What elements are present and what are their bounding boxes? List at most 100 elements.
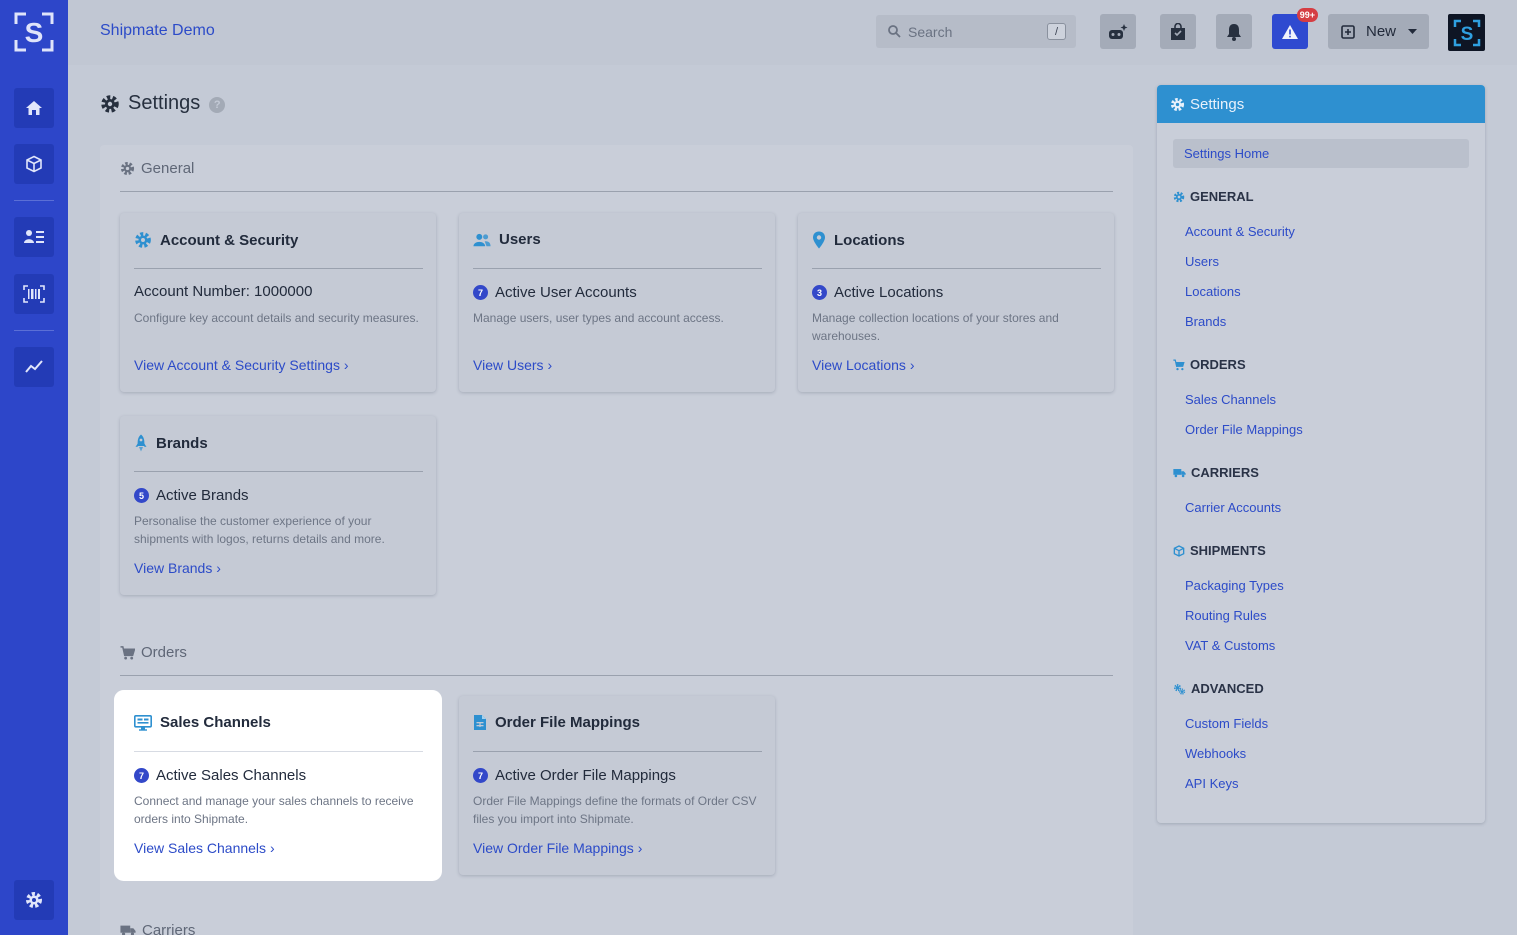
card-header: Account & Security [134,231,298,249]
gear-icon [1173,191,1185,202]
shopping-bag-icon[interactable] [1160,14,1196,49]
card-brands: Brands 5 Active Brands Personalise the cu… [120,416,436,595]
sidebar-group-title: ORDERS [1190,357,1246,372]
top-bar: Shipmate Demo Search / 99+ New S [68,0,1517,65]
analytics-icon[interactable] [14,347,54,387]
cart-icon [120,645,135,660]
user-avatar[interactable]: S [1448,14,1485,51]
gears-icon [1173,683,1186,695]
card-account-security: Account & Security Account Number: 10000… [120,213,436,392]
sidebar-item-packaging-types[interactable]: Packaging Types [1185,578,1284,593]
page-title-text: Settings [128,92,201,114]
search-input[interactable]: Search / [876,15,1076,48]
search-placeholder: Search [908,24,953,40]
sidebar-group-advanced: ADVANCED [1173,681,1264,696]
chevron-right-icon: › [637,840,643,856]
sidebar-item-locations[interactable]: Locations [1185,284,1241,299]
card-header: Users [473,231,541,248]
sidebar-item-order-file-mappings[interactable]: Order File Mappings [1185,422,1303,437]
sidebar-item-vat-customs[interactable]: VAT & Customs [1185,638,1275,653]
section-general-title: General [141,160,195,177]
robot-assistant-icon[interactable] [1100,14,1136,49]
card-title: Users [499,231,541,248]
card-description: Manage users, user types and account acc… [473,311,724,325]
sidebar-group-title: CARRIERS [1191,465,1259,480]
barcode-scan-icon[interactable] [14,274,54,314]
plus-square-icon [1341,25,1355,39]
settings-sidebar: Settings Settings Home GENERAL Account &… [1157,85,1485,823]
view-sales-channels-link[interactable]: View Sales Channels › [134,840,275,856]
home-icon[interactable] [14,88,54,128]
card-description: Order File Mappings define the formats o… [473,794,757,826]
sidebar-group-orders: ORDERS [1173,357,1246,372]
cart-icon [1173,359,1185,370]
card-divider [812,268,1101,269]
view-brands-link[interactable]: View Brands › [134,560,221,576]
sidebar-item-carrier-accounts[interactable]: Carrier Accounts [1185,500,1281,515]
card-title: Sales Channels [160,714,271,731]
sidebar-group-title: SHIPMENTS [1190,543,1266,558]
card-header: Order File Mappings [473,714,640,731]
help-icon[interactable]: ? [209,97,226,113]
sidebar-item-account-security[interactable]: Account & Security [1185,224,1295,239]
card-sales-channels[interactable]: Sales Channels 7 Active Sales Channels Co… [120,696,436,875]
sidebar-item-api-keys[interactable]: API Keys [1185,776,1238,791]
count-badge: 3 [812,285,827,300]
sidebar-header: Settings [1157,85,1485,123]
card-description: Personalise the customer experience of y… [134,514,385,546]
gear-icon [135,232,151,248]
file-spreadsheet-icon [474,715,486,730]
account-name[interactable]: Shipmate Demo [100,22,215,40]
section-general-heading: General [120,160,194,177]
package-icon [1173,544,1185,557]
card-users: Users 7 Active User Accounts Manage users… [459,213,775,392]
sidebar-item-sales-channels[interactable]: Sales Channels [1185,392,1276,407]
users-icon [473,233,491,246]
card-description: Manage collection locations of your stor… [812,311,1059,343]
card-divider [134,471,423,472]
new-button[interactable]: New [1328,14,1429,49]
page-title: Settings ? [100,92,226,115]
card-subtitle-text: Active Brands [156,487,249,504]
card-title: Brands [156,434,208,452]
link-label: View Order File Mappings [473,840,634,856]
sidebar-item-users[interactable]: Users [1185,254,1219,269]
count-badge: 7 [134,768,149,783]
truck-icon [120,925,136,935]
view-users-link[interactable]: View Users › [473,357,552,373]
alerts-count-badge: 99+ [1296,8,1318,22]
bell-icon[interactable] [1216,14,1252,49]
gear-icon [101,94,119,113]
card-order-file-mappings: Order File Mappings 7 Active Order File M… [459,696,775,875]
sidebar-group-title: GENERAL [1190,189,1254,204]
rail-divider [14,330,54,331]
card-title: Locations [834,231,905,249]
link-label: View Locations [812,357,906,373]
package-icon[interactable] [14,144,54,184]
chevron-right-icon: › [216,560,221,576]
gear-icon [120,161,135,176]
sidebar-group-shipments: SHIPMENTS [1173,543,1266,558]
card-subtitle: Account Number: 1000000 [134,283,313,300]
alerts-button[interactable]: 99+ [1272,8,1318,49]
sidebar-item-brands[interactable]: Brands [1185,314,1226,329]
card-divider [473,751,762,752]
view-locations-link[interactable]: View Locations › [812,357,914,373]
count-badge: 7 [473,285,488,300]
sidebar-item-routing-rules[interactable]: Routing Rules [1185,608,1267,623]
sidebar-item-webhooks[interactable]: Webhooks [1185,746,1246,761]
sidebar-item-settings-home[interactable]: Settings Home [1173,139,1469,168]
contacts-icon[interactable] [14,217,54,257]
view-order-file-mappings-link[interactable]: View Order File Mappings › [473,840,642,856]
warning-icon [1282,24,1298,39]
shipmate-logo-icon[interactable]: S [14,12,54,52]
card-subtitle: 5 Active Brands [134,487,249,504]
link-label: View Users [473,357,544,373]
sidebar-group-general: GENERAL [1173,189,1254,204]
sidebar-group-carriers: CARRIERS [1173,465,1259,480]
view-account-security-link[interactable]: View Account & Security Settings › [134,357,349,373]
sidebar-item-custom-fields[interactable]: Custom Fields [1185,716,1268,731]
count-badge: 5 [134,488,149,503]
settings-gear-icon[interactable] [14,880,54,920]
card-subtitle: 7 Active Sales Channels [134,767,306,784]
